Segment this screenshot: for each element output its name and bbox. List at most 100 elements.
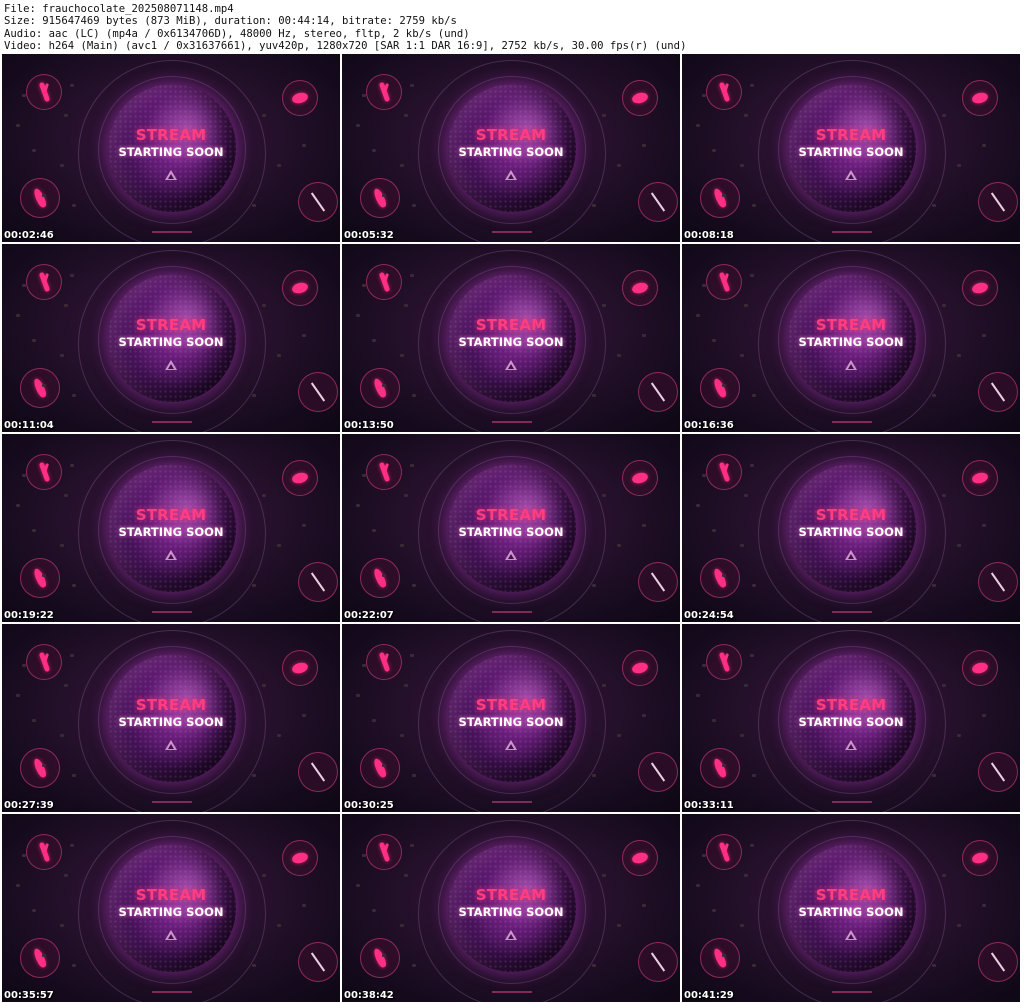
debris-rock	[72, 394, 76, 397]
debris-rock	[302, 524, 306, 527]
debris-rock	[382, 574, 386, 577]
toy-icon	[970, 91, 990, 105]
triangle-icon	[505, 930, 517, 940]
debris-rock	[932, 204, 936, 207]
wand-icon	[990, 762, 1006, 782]
starting-soon-title: STARTING SOON	[798, 905, 904, 919]
starting-soon-title: STARTING SOON	[798, 335, 904, 349]
debris-rock	[696, 884, 700, 887]
hud-bar	[152, 991, 192, 993]
debris-rock	[400, 164, 404, 167]
wand-icon	[650, 192, 666, 212]
debris-rock	[42, 384, 46, 387]
debris-rock	[702, 474, 706, 477]
wand-icon	[990, 192, 1006, 212]
debris-rock	[412, 584, 416, 587]
debris-rock	[942, 114, 946, 117]
toy-icon	[290, 471, 310, 485]
thumbnail-timestamp: 00:41:29	[684, 990, 734, 1001]
debris-rock	[382, 954, 386, 957]
debris-rock	[382, 384, 386, 387]
hud-bar	[492, 991, 532, 993]
file-info-header: File: frauchocolate_202508071148.mp4 Siz…	[0, 0, 1024, 52]
debris-rock	[410, 84, 414, 87]
stream-title: STREAM	[475, 696, 547, 714]
triangle-icon	[505, 360, 517, 370]
debris-rock	[16, 504, 20, 507]
debris-rock	[722, 384, 726, 387]
debris-rock	[252, 774, 256, 777]
toy-badge-bottom-left	[20, 558, 60, 598]
toy-badge-top-left	[366, 454, 402, 490]
toy-icon	[372, 757, 388, 779]
toy-badge-top-left	[706, 644, 742, 680]
toy-icon	[712, 377, 728, 399]
wand-icon	[310, 762, 326, 782]
video-thumbnail: STREAM STARTING SOON 00:27:39	[2, 624, 340, 812]
toy-badge-bottom-left	[20, 938, 60, 978]
debris-rock	[22, 854, 26, 857]
debris-rock	[722, 764, 726, 767]
toy-icon	[712, 757, 728, 779]
debris-rock	[696, 314, 700, 317]
toy-icon	[372, 187, 388, 209]
debris-rock	[592, 964, 596, 967]
toy-badge-top-right	[622, 460, 658, 496]
stream-title: STREAM	[815, 696, 887, 714]
debris-rock	[372, 909, 376, 912]
debris-rock	[702, 664, 706, 667]
thumbnail-grid: STREAM STARTING SOON 00:02:46 STREAM STA…	[2, 54, 1022, 1003]
debris-rock	[22, 474, 26, 477]
hud-bar	[832, 801, 872, 803]
triangle-icon	[165, 360, 177, 370]
toy-icon	[712, 567, 728, 589]
video-thumbnail: STREAM STARTING SOON 00:41:29	[682, 814, 1020, 1002]
debris-rock	[642, 334, 646, 337]
debris-rock	[740, 734, 744, 737]
starting-soon-title: STARTING SOON	[118, 715, 224, 729]
debris-rock	[412, 774, 416, 777]
debris-rock	[696, 124, 700, 127]
video-info-line: Video: h264 (Main) (avc1 / 0x31637661), …	[4, 39, 687, 52]
debris-rock	[302, 144, 306, 147]
toy-icon	[718, 841, 730, 863]
hud-bar	[492, 611, 532, 613]
starting-soon-title: STARTING SOON	[798, 145, 904, 159]
debris-rock	[592, 394, 596, 397]
debris-rock	[60, 734, 64, 737]
debris-rock	[16, 884, 20, 887]
debris-rock	[404, 684, 408, 687]
file-size-line: Size: 915647469 bytes (873 MiB), duratio…	[4, 15, 457, 28]
debris-rock	[602, 874, 606, 877]
toy-icon	[38, 651, 50, 673]
toy-icon	[38, 841, 50, 863]
debris-rock	[740, 924, 744, 927]
debris-rock	[702, 94, 706, 97]
debris-rock	[942, 304, 946, 307]
toy-badge-top-right	[622, 650, 658, 686]
debris-rock	[70, 654, 74, 657]
triangle-icon	[505, 550, 517, 560]
debris-rock	[356, 694, 360, 697]
debris-rock	[400, 354, 404, 357]
starting-soon-title: STARTING SOON	[798, 525, 904, 539]
toy-badge-top-right	[282, 650, 318, 686]
debris-rock	[16, 314, 20, 317]
debris-rock	[744, 494, 748, 497]
debris-rock	[64, 114, 68, 117]
debris-rock	[382, 194, 386, 197]
debris-rock	[72, 774, 76, 777]
debris-rock	[70, 844, 74, 847]
toy-icon	[290, 281, 310, 295]
wand-icon	[650, 572, 666, 592]
debris-rock	[262, 114, 266, 117]
toy-badge-top-right	[622, 270, 658, 306]
starting-soon-title: STARTING SOON	[458, 335, 564, 349]
toy-icon	[718, 271, 730, 293]
toy-icon	[38, 461, 50, 483]
debris-rock	[750, 844, 754, 847]
thumbnail-timestamp: 00:33:11	[684, 800, 734, 811]
toy-badge-bottom-left	[360, 368, 400, 408]
toy-badge-top-left	[26, 454, 62, 490]
toy-badge-bottom-right	[978, 752, 1018, 792]
